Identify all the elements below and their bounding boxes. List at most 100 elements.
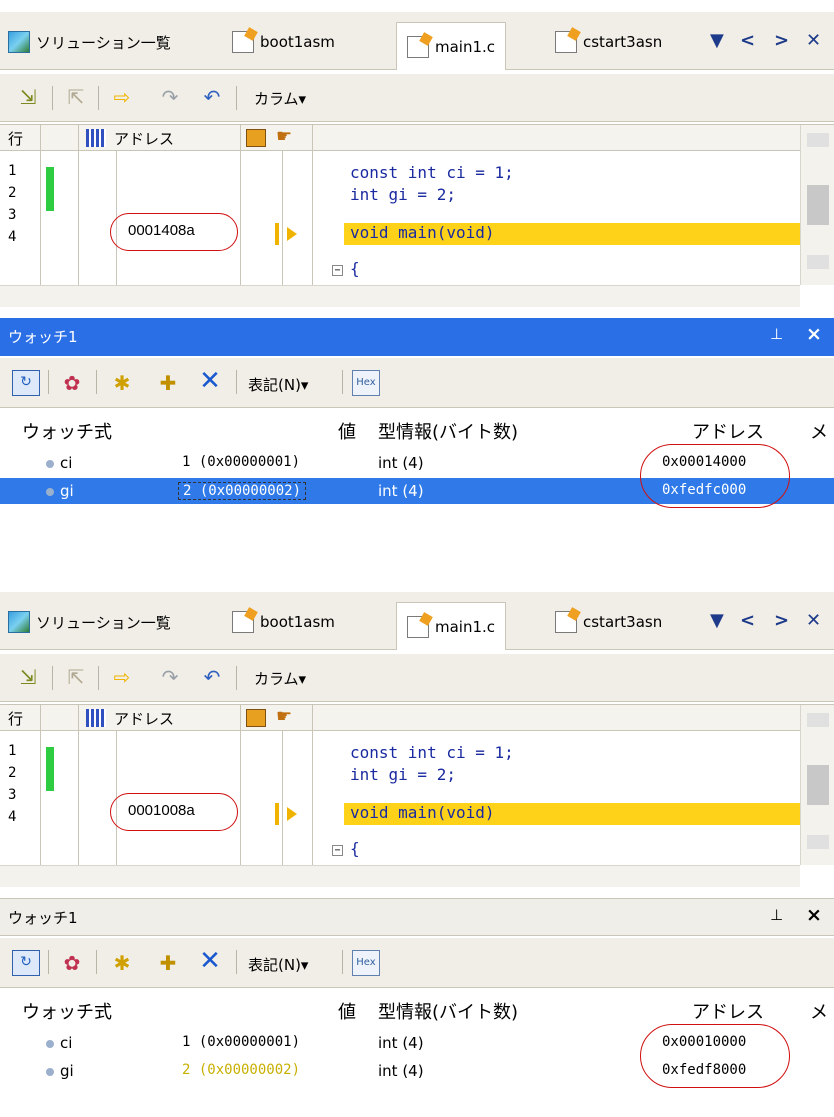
pin-icon[interactable]: ⊥ xyxy=(770,325,783,343)
value-column-header[interactable]: 値 xyxy=(338,998,356,1024)
tab-list-dropdown-icon[interactable]: ▼ xyxy=(710,30,724,51)
memory-icon[interactable] xyxy=(246,709,266,727)
editor-vertical-scrollbar[interactable] xyxy=(800,705,834,865)
watch-title-bar: ウォッチ1 ⊥ × xyxy=(0,898,834,936)
line-number: 4 xyxy=(8,809,17,825)
tab-solution-list[interactable]: ソリューション一覧 xyxy=(8,22,171,62)
tab-cstart3asn[interactable]: cstart3asn xyxy=(555,22,662,62)
hex-toggle-button[interactable]: Hex xyxy=(352,950,380,976)
close-icon[interactable]: × xyxy=(806,904,822,926)
pin-icon[interactable]: ⊥ xyxy=(770,906,783,924)
tab-list-dropdown-icon[interactable]: ▼ xyxy=(710,610,724,631)
code-line[interactable]: void main(void) xyxy=(350,223,495,242)
hand-pointer-icon[interactable]: ☛ xyxy=(276,706,292,727)
source-editor: 行 アドレス ☛ 1 2 3 4 0001008a const int ci =… xyxy=(0,704,834,887)
editor-horizontal-scrollbar[interactable] xyxy=(0,285,800,307)
tab-main1c[interactable]: main1.c xyxy=(396,602,507,650)
scroll-down-icon[interactable] xyxy=(807,835,829,849)
go-to-pc-icon[interactable]: ⇨ xyxy=(108,664,136,690)
fold-toggle-icon[interactable]: − xyxy=(332,265,343,276)
close-tab-icon[interactable]: ✕ xyxy=(806,30,821,51)
column-menu[interactable]: カラム▾ xyxy=(254,668,306,689)
tab-cstart3asn[interactable]: cstart3asn xyxy=(555,602,662,642)
tab-scroll-right-icon[interactable]: > xyxy=(774,30,789,51)
address-column-header[interactable]: アドレス xyxy=(692,418,764,444)
step-in-icon[interactable]: ⇲ xyxy=(14,84,42,110)
notation-menu[interactable]: 表記(N)▾ xyxy=(248,374,308,395)
memo-column-header[interactable]: メ xyxy=(810,998,828,1024)
scroll-thumb[interactable] xyxy=(807,765,829,805)
document-tab-bar: ソリューション一覧 boot1asm main1.c cstart3asn ▼ … xyxy=(0,592,834,650)
editor-horizontal-scrollbar[interactable] xyxy=(0,865,800,887)
scroll-up-icon[interactable] xyxy=(807,713,829,727)
file-icon xyxy=(232,31,254,53)
refresh-icon[interactable]: ↻ xyxy=(12,370,40,396)
column-menu[interactable]: カラム▾ xyxy=(254,88,306,109)
editor-vertical-scrollbar[interactable] xyxy=(800,125,834,285)
close-tab-icon[interactable]: ✕ xyxy=(806,610,821,631)
row-column-header: 行 xyxy=(8,130,24,148)
expr-column-header[interactable]: ウォッチ式 xyxy=(22,998,112,1024)
file-icon xyxy=(555,31,577,53)
watch-toolbar: ↻ ✿ ✱ ✚ ✕ 表記(N)▾ Hex xyxy=(0,358,834,408)
code-line[interactable]: const int ci = 1; xyxy=(350,743,514,762)
watch-value: 1 (0x00000001) xyxy=(182,454,301,470)
fold-toggle-icon[interactable]: − xyxy=(332,845,343,856)
scroll-down-icon[interactable] xyxy=(807,255,829,269)
pc-marker-bar xyxy=(275,223,279,245)
go-to-pc-icon[interactable]: ⇨ xyxy=(108,84,136,110)
add-watch-icon[interactable]: ✱ xyxy=(108,370,136,396)
scroll-up-icon[interactable] xyxy=(807,133,829,147)
grid-icon xyxy=(86,129,106,147)
add-category-icon[interactable]: ✚ xyxy=(154,370,182,396)
value-column-header[interactable]: 値 xyxy=(338,418,356,444)
variable-icon xyxy=(46,1068,54,1076)
tab-boot1asm[interactable]: boot1asm xyxy=(232,602,335,642)
expr-column-header[interactable]: ウォッチ式 xyxy=(22,418,112,444)
delete-icon[interactable]: ✕ xyxy=(196,948,224,974)
address-column-header[interactable]: アドレス xyxy=(692,998,764,1024)
code-line[interactable]: const int ci = 1; xyxy=(350,163,514,182)
notation-menu[interactable]: 表記(N)▾ xyxy=(248,954,308,975)
code-line[interactable]: void main(void) xyxy=(350,803,495,822)
watch-type: int (4) xyxy=(378,1034,424,1052)
step-in-icon[interactable]: ⇲ xyxy=(14,664,42,690)
address-column-header[interactable]: アドレス xyxy=(114,128,174,149)
delete-icon[interactable]: ✕ xyxy=(196,368,224,394)
tab-boot1asm[interactable]: boot1asm xyxy=(232,22,335,62)
add-category-icon[interactable]: ✚ xyxy=(154,950,182,976)
step-out-icon[interactable]: ⇱ xyxy=(62,84,90,110)
palette-icon[interactable]: ✿ xyxy=(58,370,86,396)
tab-main1c[interactable]: main1.c xyxy=(396,22,507,70)
hex-toggle-button[interactable]: Hex xyxy=(352,370,380,396)
type-column-header[interactable]: 型情報(バイト数) xyxy=(378,998,518,1024)
pc-arrow-icon xyxy=(287,227,297,241)
tab-scroll-right-icon[interactable]: > xyxy=(774,610,789,631)
tab-scroll-left-icon[interactable]: < xyxy=(740,30,755,51)
close-icon[interactable]: × xyxy=(806,323,822,345)
code-line[interactable]: int gi = 2; xyxy=(350,765,456,784)
redo-icon[interactable]: ↷ xyxy=(156,664,184,690)
step-out-icon[interactable]: ⇱ xyxy=(62,664,90,690)
solution-icon xyxy=(8,611,30,633)
debug-panel-top: ソリューション一覧 boot1asm main1.c cstart3asn ▼ … xyxy=(0,0,834,530)
undo-icon[interactable]: ↶ xyxy=(198,84,226,110)
scroll-thumb[interactable] xyxy=(807,185,829,225)
address-column-header[interactable]: アドレス xyxy=(114,708,174,729)
type-column-header[interactable]: 型情報(バイト数) xyxy=(378,418,518,444)
refresh-icon[interactable]: ↻ xyxy=(12,950,40,976)
hand-pointer-icon[interactable]: ☛ xyxy=(276,126,292,147)
redo-icon[interactable]: ↷ xyxy=(156,84,184,110)
code-line[interactable]: { xyxy=(350,839,360,858)
editor-header: 行 アドレス ☛ xyxy=(0,705,800,731)
palette-icon[interactable]: ✿ xyxy=(58,950,86,976)
add-watch-icon[interactable]: ✱ xyxy=(108,950,136,976)
tab-scroll-left-icon[interactable]: < xyxy=(740,610,755,631)
undo-icon[interactable]: ↶ xyxy=(198,664,226,690)
tab-solution-list[interactable]: ソリューション一覧 xyxy=(8,602,171,642)
code-line[interactable]: int gi = 2; xyxy=(350,185,456,204)
code-line[interactable]: { xyxy=(350,259,360,278)
memo-column-header[interactable]: メ xyxy=(810,418,828,444)
watch-value: 1 (0x00000001) xyxy=(182,1034,301,1050)
memory-icon[interactable] xyxy=(246,129,266,147)
